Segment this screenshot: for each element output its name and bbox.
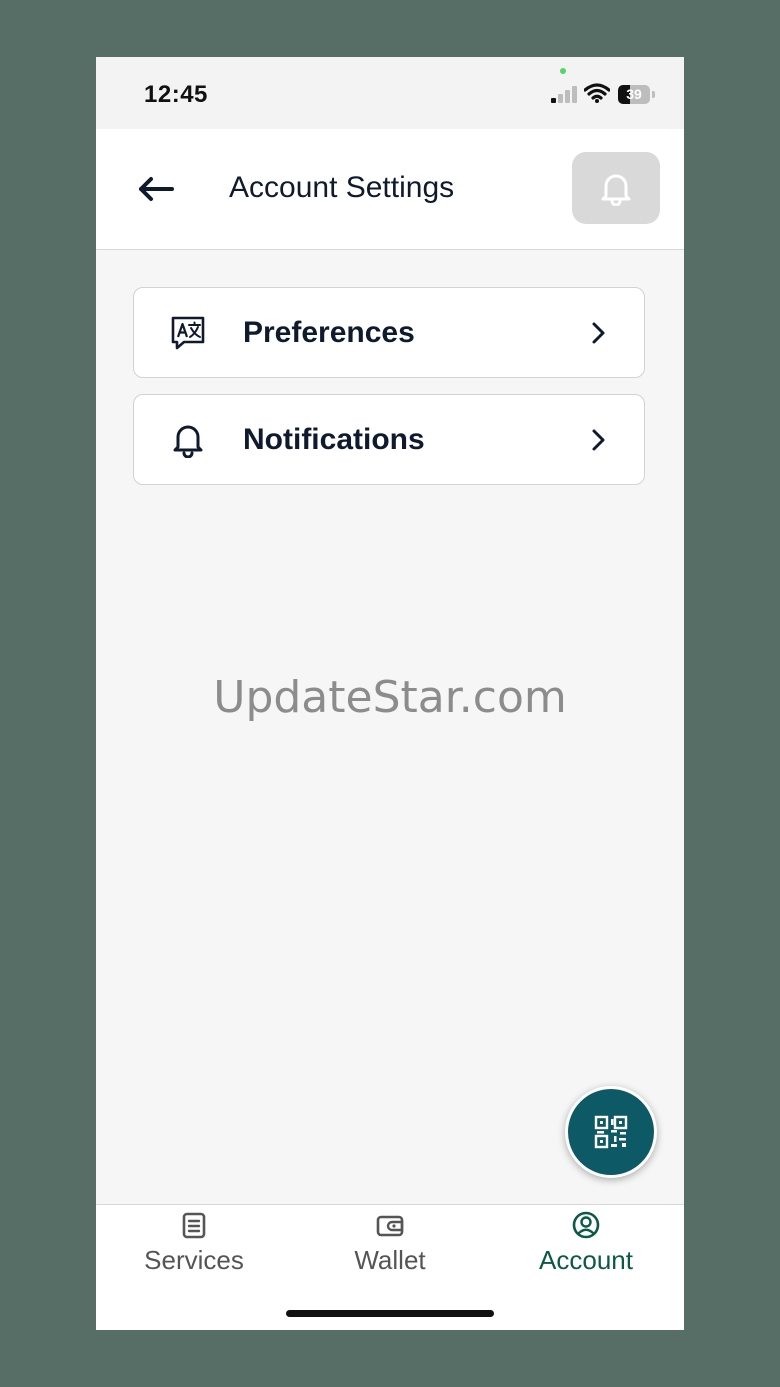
status-time: 12:45: [144, 81, 208, 108]
back-arrow-icon[interactable]: [134, 169, 180, 209]
page-title: Account Settings: [229, 171, 455, 204]
bell-icon: [601, 174, 631, 206]
nav-item-wallet[interactable]: Wallet: [292, 1205, 488, 1285]
camera-indicator-dot: [560, 68, 566, 74]
menu-item-preferences[interactable]: Preferences: [133, 287, 645, 378]
status-bar: 12:45 39: [96, 57, 684, 129]
bottom-navigation: Services Wallet Account: [96, 1204, 684, 1330]
wifi-icon: [584, 83, 610, 103]
app-header: Account Settings: [96, 129, 684, 250]
menu-item-label: Preferences: [243, 316, 415, 349]
nav-item-account[interactable]: Account: [488, 1205, 684, 1285]
battery-tip: [652, 91, 655, 98]
user-circle-icon: [572, 1211, 600, 1239]
notifications-button[interactable]: [572, 152, 660, 224]
bell-icon: [173, 425, 203, 458]
home-indicator[interactable]: [286, 1310, 494, 1317]
qr-code-icon: [594, 1115, 628, 1149]
nav-label: Account: [539, 1245, 633, 1275]
clipboard-icon: [182, 1212, 206, 1239]
menu-item-label: Notifications: [243, 423, 425, 456]
nav-label: Wallet: [354, 1245, 426, 1275]
battery-icon: 39: [618, 85, 650, 104]
chevron-right-icon: [592, 429, 605, 451]
scan-qr-button[interactable]: [565, 1086, 657, 1178]
chevron-right-icon: [592, 322, 605, 344]
translate-icon: [171, 316, 205, 350]
menu-item-notifications[interactable]: Notifications: [133, 394, 645, 485]
cellular-signal-icon: [551, 86, 579, 103]
phone-screen: 12:45 39 Account Settings Preferences No…: [96, 57, 684, 1330]
nav-label: Services: [144, 1245, 244, 1275]
nav-item-services[interactable]: Services: [96, 1205, 292, 1285]
watermark-text: UpdateStar.com: [213, 672, 567, 723]
wallet-icon: [376, 1215, 404, 1237]
battery-percent: 39: [626, 86, 642, 102]
